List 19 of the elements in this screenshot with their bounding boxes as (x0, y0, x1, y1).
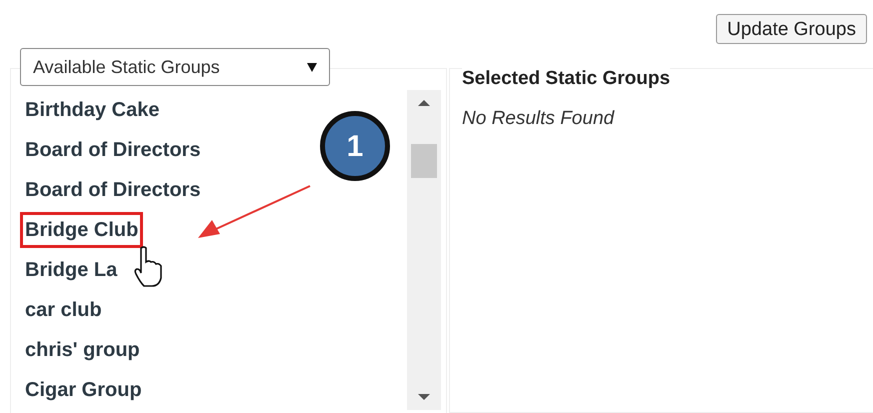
groups-dropdown[interactable]: Available Static Groups (20, 48, 330, 86)
empty-message: No Results Found (462, 107, 614, 131)
panel-title: Selected Static Groups (462, 67, 670, 91)
hand-cursor-icon (132, 246, 164, 288)
update-groups-button[interactable]: Update Groups (716, 14, 867, 44)
group-item[interactable]: Cigar Group (20, 372, 147, 408)
group-item[interactable]: Bridge La (20, 252, 122, 288)
group-item[interactable]: Board of Directors (20, 132, 206, 168)
scrollbar[interactable] (407, 90, 441, 410)
scrollbar-thumb[interactable] (411, 144, 437, 178)
group-item[interactable]: chris' group (20, 332, 145, 368)
group-item[interactable]: Bridge Club (20, 212, 144, 248)
group-item[interactable]: Birthday Cake (20, 92, 164, 128)
group-item[interactable]: Board of Directors (20, 172, 206, 208)
step-callout: 1 (320, 111, 390, 181)
scroll-up-icon[interactable] (418, 100, 430, 106)
dropdown-caret-icon (307, 62, 317, 72)
group-item[interactable]: car club (20, 292, 107, 328)
scroll-down-icon[interactable] (418, 394, 430, 400)
